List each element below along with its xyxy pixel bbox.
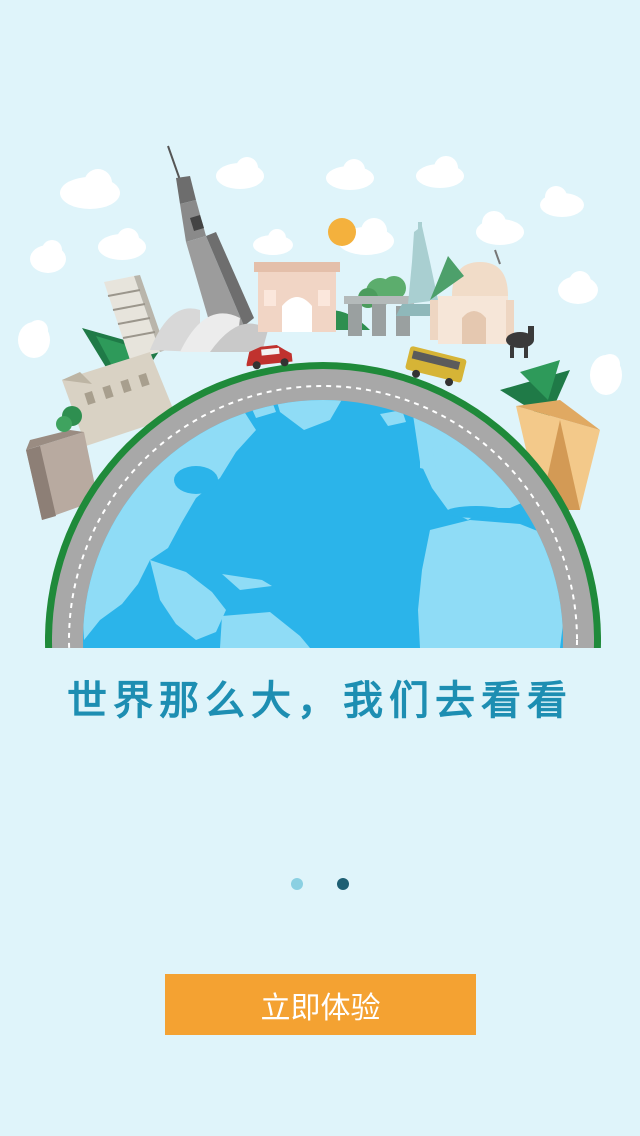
taj-mahal (430, 249, 514, 344)
arc-de-triomphe (254, 262, 340, 332)
cloud (416, 156, 464, 188)
cloud (30, 240, 66, 273)
sun-icon (328, 218, 356, 246)
page-indicator (0, 876, 640, 892)
tagline: 世界那么大，我们去看看 (67, 678, 573, 724)
cloud (216, 157, 264, 189)
cloud (60, 169, 120, 209)
cloud (326, 159, 374, 190)
cloud (540, 186, 584, 217)
cloud (253, 229, 293, 255)
cloud (558, 271, 598, 304)
cloud (98, 228, 146, 260)
cloud (476, 211, 524, 245)
globe-illustration (18, 145, 622, 648)
page-dot-active[interactable] (337, 878, 349, 890)
try-now-button[interactable]: 立即体验 (165, 974, 476, 1035)
cloud (18, 320, 50, 358)
cloud (590, 354, 622, 395)
page-dot[interactable] (291, 878, 303, 890)
